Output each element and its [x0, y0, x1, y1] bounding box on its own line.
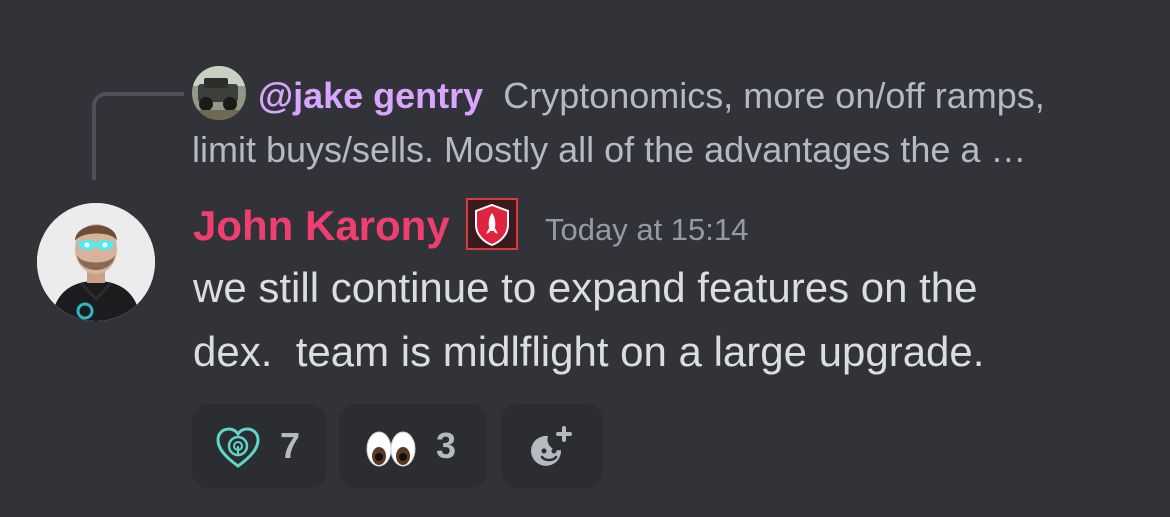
eyes-emoji-icon: [366, 431, 416, 467]
message-timestamp[interactable]: Today at 15:14: [545, 210, 748, 250]
reply-first-line: @jake gentry Cryptonomics, more on/off r…: [258, 74, 1045, 118]
message-content-line-1: we still continue to expand features on …: [193, 264, 978, 311]
reaction-count: 7: [280, 425, 301, 466]
reaction-heart-logo[interactable]: 7: [192, 404, 326, 488]
rocket-shield-icon[interactable]: [466, 198, 518, 250]
chat-message: @jake gentry Cryptonomics, more on/off r…: [0, 0, 1170, 517]
reply-text-line-1: Cryptonomics, more on/off ramps,: [503, 75, 1045, 116]
reply-spine: [92, 92, 184, 180]
reply-author-mention[interactable]: @jake gentry: [258, 75, 483, 116]
add-reaction-button[interactable]: [501, 404, 603, 488]
user-avatar-photo-icon: [37, 203, 155, 321]
reaction-count: 3: [436, 425, 457, 466]
reply-avatar[interactable]: [192, 66, 246, 120]
teal-heart-logo-icon: [216, 427, 260, 468]
message-content-line-2: dex. team is midlflight on a large upgra…: [193, 328, 985, 375]
add-reaction-icon: [531, 426, 572, 466]
author-name[interactable]: John Karony: [193, 200, 450, 252]
reply-text-line-2: limit buys/sells. Mostly all of the adva…: [192, 129, 1027, 170]
message-content: we still continue to expand features on …: [193, 256, 1133, 384]
user-avatar-truck-photo-icon: [192, 66, 246, 120]
author-avatar[interactable]: [37, 203, 155, 321]
reaction-eyes[interactable]: 3: [339, 404, 487, 488]
